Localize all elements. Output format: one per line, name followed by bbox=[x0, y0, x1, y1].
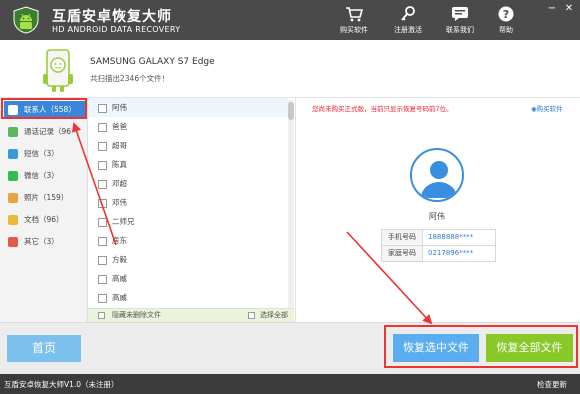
contact-row-name: 陈真 bbox=[112, 160, 127, 169]
contact-row-checkbox[interactable] bbox=[98, 123, 107, 132]
list-scrollbar-thumb[interactable] bbox=[288, 102, 294, 120]
sidebar-item-label: 微信（3） bbox=[24, 171, 59, 180]
mobile-number-value: 1888888**** bbox=[428, 233, 474, 241]
buy-software-link[interactable]: ◉购买软件 bbox=[531, 103, 563, 113]
contact-row-checkbox[interactable] bbox=[98, 275, 107, 284]
app-title: 互盾安卓恢复大师 bbox=[52, 9, 172, 25]
app-subtitle: HD ANDROID DATA RECOVERY bbox=[52, 25, 181, 34]
contact-row-checkbox[interactable] bbox=[98, 142, 107, 151]
register-activate-button[interactable]: 注册激活 bbox=[385, 6, 431, 38]
contact-row-checkbox[interactable] bbox=[98, 199, 107, 208]
phone-icon bbox=[8, 127, 18, 137]
chat-icon bbox=[452, 7, 468, 21]
contact-avatar bbox=[410, 148, 464, 202]
sidebar-highlight-box bbox=[1, 98, 87, 119]
sidebar-item-phone[interactable]: 通话记录（96 bbox=[4, 123, 86, 141]
wechat-icon bbox=[8, 171, 18, 181]
sidebar-item-label: 文档（96） bbox=[24, 215, 64, 224]
contact-row-name: 超哥 bbox=[112, 141, 127, 150]
help-label: 帮助 bbox=[499, 26, 513, 34]
recover-buttons-highlight-box bbox=[384, 325, 578, 368]
contact-row-name: 方毅 bbox=[112, 255, 127, 264]
sidebar-item-other[interactable]: 其它（3） bbox=[4, 233, 86, 251]
doc-icon bbox=[8, 215, 18, 225]
contact-row[interactable]: 高威 bbox=[88, 269, 288, 288]
contact-row[interactable]: 爸爸 bbox=[88, 117, 288, 136]
contact-row-checkbox[interactable] bbox=[98, 218, 107, 227]
contact-row[interactable]: 房东 bbox=[88, 231, 288, 250]
home-button[interactable]: 首页 bbox=[7, 335, 81, 362]
contact-row-checkbox[interactable] bbox=[98, 161, 107, 170]
sidebar-item-sms[interactable]: 短信（3） bbox=[4, 145, 86, 163]
contact-row-name: 高威 bbox=[112, 274, 127, 283]
contact-detail-panel bbox=[295, 98, 580, 322]
contact-row-name: 爸爸 bbox=[112, 122, 127, 131]
home-number-value: 0217896**** bbox=[428, 249, 474, 257]
buy-link-label: 购买软件 bbox=[536, 105, 563, 113]
contact-row-name: 房东 bbox=[112, 236, 127, 245]
sidebar-item-label: 通话记录（96 bbox=[24, 127, 72, 136]
check-update-link[interactable]: 检查更新 bbox=[537, 379, 567, 390]
contact-row[interactable]: 二师兄 bbox=[88, 212, 288, 231]
contact-row-checkbox[interactable] bbox=[98, 256, 107, 265]
contact-row-checkbox[interactable] bbox=[98, 180, 107, 189]
contact-row[interactable]: 高威 bbox=[88, 288, 288, 307]
status-version: 互盾安卓恢复大师V1.0（未注册） bbox=[4, 380, 119, 389]
status-bar: 互盾安卓恢复大师V1.0（未注册） 检查更新 bbox=[0, 374, 580, 394]
phone-robot-icon bbox=[40, 48, 76, 94]
sidebar-item-label: 短信（3） bbox=[24, 149, 59, 158]
help-icon: ? bbox=[498, 6, 514, 22]
sidebar-item-label: 照片（159） bbox=[24, 193, 69, 202]
contact-row-name: 邓伟 bbox=[112, 198, 127, 207]
contact-row[interactable]: 方毅 bbox=[88, 250, 288, 269]
contact-row[interactable]: 陈真 bbox=[88, 155, 288, 174]
buy-software-label: 购买软件 bbox=[340, 26, 368, 34]
help-button[interactable]: ? 帮助 bbox=[483, 6, 529, 38]
sidebar-item-label: 其它（3） bbox=[24, 237, 59, 246]
scan-summary: 共扫描出2346个文件！ bbox=[90, 74, 170, 83]
svg-text:?: ? bbox=[503, 8, 509, 21]
contact-row-checkbox[interactable] bbox=[98, 104, 107, 113]
device-name: SAMSUNG GALAXY S7 Edge bbox=[90, 57, 215, 67]
sidebar-item-photo[interactable]: 照片（159） bbox=[4, 189, 86, 207]
contact-row-name: 阿伟 bbox=[112, 103, 127, 112]
sidebar-item-wechat[interactable]: 微信（3） bbox=[4, 167, 86, 185]
key-icon bbox=[401, 6, 415, 21]
contact-row-name: 邓超 bbox=[112, 179, 127, 188]
close-button[interactable]: ✕ bbox=[563, 3, 575, 15]
other-icon bbox=[8, 237, 18, 247]
contact-row-checkbox[interactable] bbox=[98, 294, 107, 303]
contact-row-name: 二师兄 bbox=[112, 217, 135, 226]
contact-row[interactable]: 邓伟 bbox=[88, 193, 288, 212]
list-scrollbar[interactable] bbox=[288, 100, 294, 308]
mobile-number-label: 手机号码 bbox=[382, 230, 423, 245]
hide-deleted-label: 隐藏未删除文件 bbox=[112, 311, 161, 319]
trial-notice: 您尚未购买正式版，当前只显示恢复号码前7位。 bbox=[312, 105, 453, 113]
home-number-row: 家庭号码 0217896**** bbox=[381, 245, 496, 262]
list-footer: 隐藏未删除文件 选择全部 bbox=[88, 308, 294, 322]
select-all-checkbox[interactable] bbox=[248, 312, 255, 319]
select-all-label: 选择全部 bbox=[260, 311, 288, 319]
contact-row[interactable]: 超哥 bbox=[88, 136, 288, 155]
contact-row-name: 高威 bbox=[112, 293, 127, 302]
minimize-button[interactable]: − bbox=[546, 3, 558, 15]
contact-row[interactable]: 邓超 bbox=[88, 174, 288, 193]
mobile-number-row: 手机号码 1888888**** bbox=[381, 229, 496, 246]
register-activate-label: 注册激活 bbox=[394, 26, 422, 34]
android-shield-logo-icon bbox=[12, 6, 40, 34]
contact-us-label: 联系我们 bbox=[446, 26, 474, 34]
buy-software-button[interactable]: 购买软件 bbox=[331, 6, 377, 38]
cart-icon bbox=[346, 7, 363, 22]
home-number-label: 家庭号码 bbox=[382, 246, 423, 261]
photo-icon bbox=[8, 193, 18, 203]
device-info-panel bbox=[0, 40, 580, 98]
contact-us-button[interactable]: 联系我们 bbox=[437, 6, 483, 38]
sidebar-item-doc[interactable]: 文档（96） bbox=[4, 211, 86, 229]
contact-row-checkbox[interactable] bbox=[98, 237, 107, 246]
hide-deleted-checkbox[interactable] bbox=[98, 312, 105, 319]
contact-name: 阿伟 bbox=[429, 212, 445, 221]
sms-icon bbox=[8, 149, 18, 159]
contact-row[interactable]: 阿伟 bbox=[88, 98, 288, 117]
